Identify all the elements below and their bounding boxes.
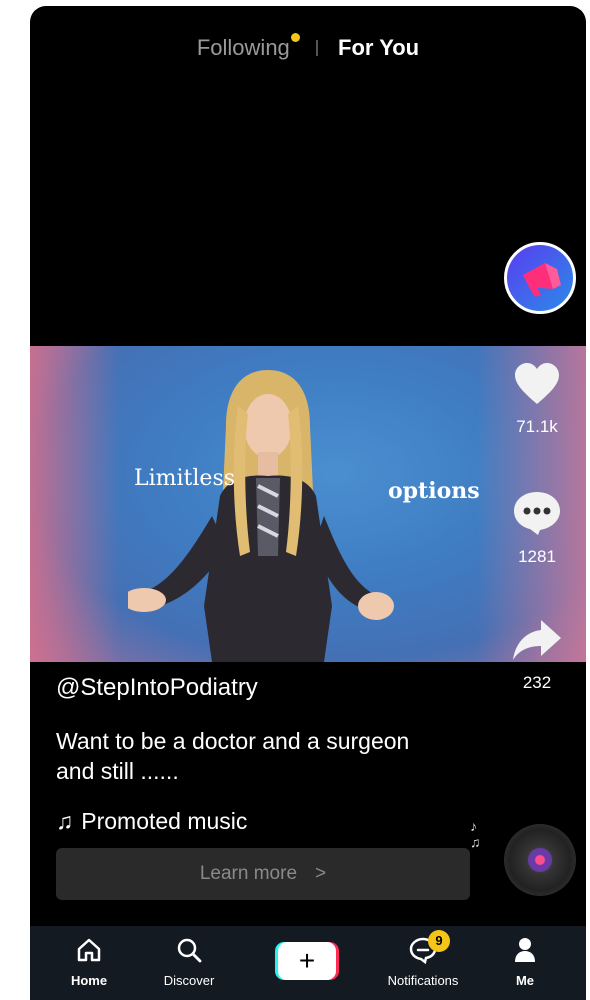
music-disc[interactable] — [504, 824, 576, 896]
nav-discover-label: Discover — [163, 973, 215, 988]
creator-avatar[interactable] — [504, 242, 576, 314]
music-label: Promoted music — [81, 808, 248, 834]
nav-home[interactable]: Home — [44, 936, 134, 988]
tab-following[interactable]: Following — [196, 33, 300, 61]
music-row[interactable]: ♫ Promoted music — [56, 808, 247, 835]
heart-icon — [515, 363, 559, 404]
nav-discover[interactable]: Discover — [144, 936, 234, 988]
tab-for-you-label: For You — [338, 35, 420, 61]
post-username[interactable]: @StepIntoPodiatry — [56, 674, 258, 702]
nav-me-label: Me — [515, 973, 535, 988]
like-button[interactable]: 71.1k — [510, 362, 564, 437]
nav-notifications-label: Notifications — [387, 973, 459, 988]
share-arrow-icon — [513, 620, 561, 660]
tab-following-label: Following — [196, 35, 290, 61]
music-note-icon: ♫ — [56, 808, 74, 834]
nav-notifications[interactable]: 9 Notifications — [378, 930, 468, 988]
video-overlay-text-right: options — [388, 478, 480, 504]
tab-for-you[interactable]: For You — [338, 35, 419, 61]
megaphone-icon — [523, 263, 561, 297]
comment-count: 1281 — [518, 547, 556, 566]
post-caption[interactable]: Want to be a doctor and a surgeon and st… — [56, 726, 416, 786]
disc-icon — [528, 848, 552, 872]
learn-more-label: Learn more — [199, 863, 298, 884]
video-player[interactable]: Limitless options — [30, 346, 586, 662]
chevron-right-icon: > — [315, 863, 327, 884]
nav-me[interactable]: Me — [480, 936, 570, 988]
app-screen: Following For You Limitless options 71.1… — [30, 6, 586, 1000]
add-icon: + — [298, 945, 316, 976]
notification-badge: 9 — [428, 930, 450, 952]
new-content-dot — [290, 33, 300, 43]
like-count: 71.1k — [516, 417, 558, 436]
tab-divider — [315, 40, 318, 57]
share-button[interactable]: 232 — [510, 618, 564, 693]
home-icon — [77, 938, 101, 962]
search-icon — [177, 938, 202, 963]
create-button[interactable]: + — [278, 942, 336, 980]
video-overlay-text-left: Limitless — [134, 466, 236, 491]
presenter-image — [128, 370, 394, 662]
feed-tabs: Following For You — [30, 33, 586, 61]
floating-music-notes: ♪ ♫ — [470, 818, 481, 850]
share-count: 232 — [522, 673, 552, 692]
comment-button[interactable]: 1281 — [510, 490, 564, 567]
profile-icon — [515, 938, 535, 962]
nav-home-label: Home — [70, 973, 108, 988]
bottom-nav: Home Discover + 9 Notifications Me — [30, 926, 586, 1000]
comment-icon — [514, 492, 560, 535]
learn-more-button[interactable]: Learn more > — [56, 848, 470, 900]
